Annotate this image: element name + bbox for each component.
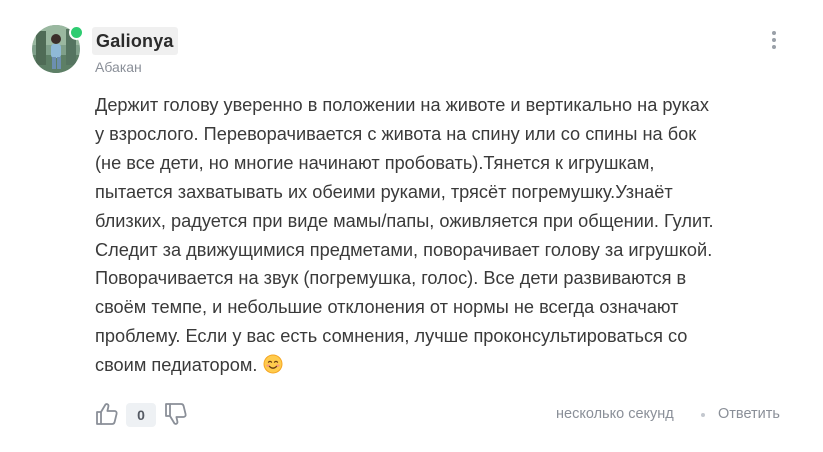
comment-text-line: у взрослого. Переворачивается с живота н… xyxy=(95,123,697,144)
smiling-face-emoji xyxy=(263,354,283,383)
comment-text: Держит голову уверенно в положении на жи… xyxy=(95,91,805,383)
comment-text-line: Держит голову уверенно в положении на жи… xyxy=(95,95,709,115)
comment-card: Galionya Абакан Держит голову уверенно в… xyxy=(0,0,823,452)
reply-button[interactable]: Ответить xyxy=(718,406,780,422)
comment-text-line: своём темпе, и небольшие отклонения от н… xyxy=(95,297,679,318)
author-city: Абакан xyxy=(95,59,142,75)
separator-dot xyxy=(701,413,705,417)
comment-text-line: (не все дети, но многие начинают пробова… xyxy=(95,152,655,173)
more-vertical-icon[interactable] xyxy=(766,30,782,50)
rating-count: 0 xyxy=(126,403,156,427)
comment-text-last-line: своим педиатором. xyxy=(95,351,805,383)
comment-text-line: пытается захватывать их обеими руками, т… xyxy=(95,181,673,202)
online-status-indicator xyxy=(69,25,84,40)
thumbs-up-icon[interactable] xyxy=(94,401,120,427)
comment-text-line: Поворачивается на звук (погремушка, голо… xyxy=(95,268,687,289)
comment-timestamp: несколько секунд xyxy=(556,406,674,422)
thumbs-down-icon[interactable] xyxy=(163,401,189,427)
comment-text-line: Следит за движущимися предметами, повора… xyxy=(95,239,713,260)
comment-text-line: близких, радуется при виде мамы/папы, ож… xyxy=(95,210,714,231)
author-name[interactable]: Galionya xyxy=(92,27,178,55)
comment-text-line: своим педиатором. xyxy=(95,355,258,376)
comment-text-line: проблему. Если у вас есть сомнения, лучш… xyxy=(95,326,688,347)
